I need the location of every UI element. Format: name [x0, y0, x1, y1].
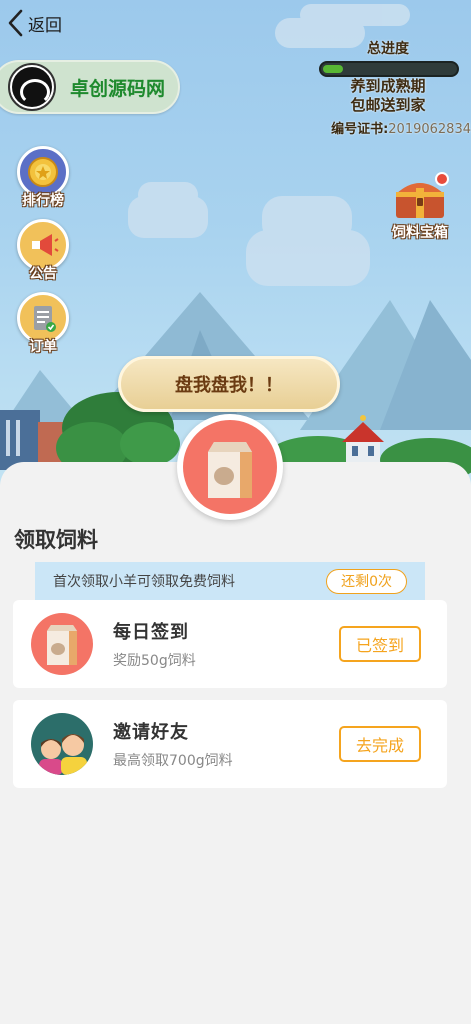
- pan-me-button[interactable]: 盘我盘我！！: [118, 356, 340, 412]
- progress-bar: [319, 61, 459, 77]
- feed-bag-icon: [31, 613, 93, 675]
- task-title: 每日签到: [113, 622, 189, 643]
- certificate-number: 编号证书:2019062834: [331, 118, 471, 137]
- checked-in-button[interactable]: 已签到: [339, 626, 421, 662]
- go-complete-button[interactable]: 去完成: [339, 726, 421, 762]
- task-invite-friends: 邀请好友 最高领取700g饲料 去完成: [13, 700, 447, 788]
- chest-label: 饲料宝箱: [392, 225, 448, 241]
- profile-name: 卓创源码网: [70, 78, 166, 100]
- user-profile-card[interactable]: 卓创源码网: [0, 60, 180, 114]
- sidebar-item-ranking[interactable]: 排行榜: [14, 146, 72, 210]
- task-daily-checkin: 每日签到 奖励50g饲料 已签到: [13, 600, 447, 688]
- friends-icon: [31, 713, 93, 775]
- sidebar-item-notice[interactable]: 公告: [14, 219, 72, 283]
- sheet-title: 领取饲料: [14, 528, 98, 552]
- chevron-left-icon: [6, 8, 24, 38]
- progress-line-2: 包邮送到家: [350, 96, 426, 114]
- task-desc: 最高领取700g饲料: [113, 753, 233, 769]
- info-text: 首次领取小羊可领取免费饲料: [53, 574, 235, 590]
- feed-chest-button[interactable]: 饲料宝箱: [383, 172, 457, 242]
- progress-line-1: 养到成熟期: [350, 77, 426, 95]
- sidebar-item-label: 排行榜: [22, 193, 64, 209]
- sheet-feed-bag-icon: [177, 414, 283, 520]
- progress-fill: [323, 65, 343, 73]
- cert-number: 2019062834: [388, 122, 471, 137]
- task-desc: 奖励50g饲料: [113, 653, 196, 669]
- back-label: 返回: [28, 15, 62, 36]
- cert-label: 编号证书:: [331, 122, 389, 137]
- avatar: [8, 63, 56, 111]
- sidebar-item-orders[interactable]: 订单: [14, 292, 72, 356]
- remaining-badge: 还剩0次: [326, 568, 407, 594]
- first-claim-info-bar: 首次领取小羊可领取免费饲料 还剩0次: [35, 562, 425, 600]
- back-button[interactable]: 返回: [6, 6, 62, 40]
- sidebar-item-label: 订单: [29, 339, 57, 355]
- notification-dot: [435, 172, 449, 186]
- total-progress: 总进度 养到成熟期 包邮送到家: [313, 38, 463, 115]
- progress-title: 总进度: [367, 41, 409, 57]
- task-title: 邀请好友: [113, 722, 189, 743]
- sidebar-item-label: 公告: [29, 266, 57, 282]
